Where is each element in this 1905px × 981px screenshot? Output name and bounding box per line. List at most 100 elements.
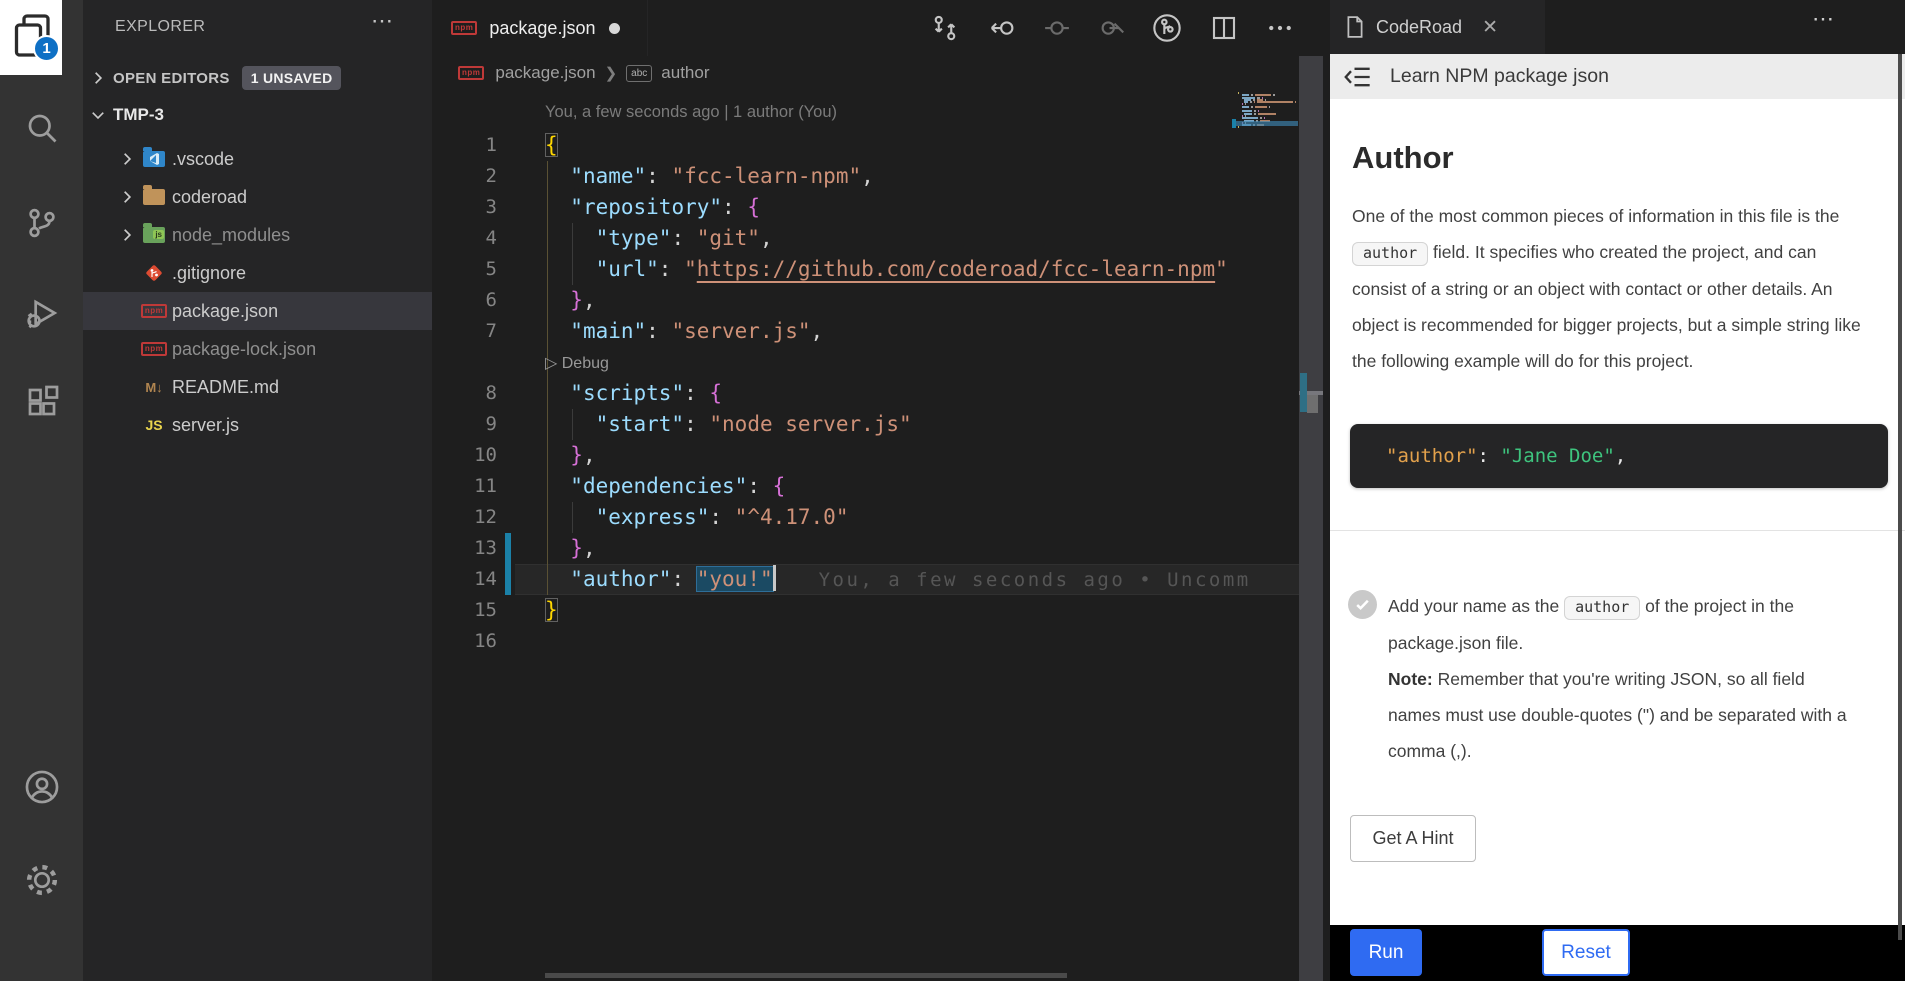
chevron-down-icon (91, 108, 105, 122)
split-editor-icon[interactable] (1206, 10, 1242, 46)
collapse-menu-icon[interactable] (1344, 65, 1372, 89)
tree-item-readme-md[interactable]: M↓README.md (83, 368, 432, 406)
gutter (505, 378, 511, 409)
code-line-1[interactable]: 1{ (432, 130, 1299, 161)
code-line-10[interactable]: 10 }, (432, 440, 1299, 471)
code-line-7[interactable]: 7 "main": "server.js", (432, 316, 1299, 347)
npm-file-icon: npm (141, 304, 167, 318)
line-number: 3 (432, 192, 500, 223)
tree-item--gitignore[interactable]: .gitignore (83, 254, 432, 292)
step-description: One of the most common pieces of informa… (1352, 198, 1867, 379)
tree-item-package-lock-json[interactable]: npmpackage-lock.json (83, 330, 432, 368)
code-line-2[interactable]: 2 "name": "fcc-learn-npm", (432, 161, 1299, 192)
code-line-12[interactable]: 12 "express": "^4.17.0" (432, 502, 1299, 533)
panel-scrollbar[interactable] (1898, 54, 1902, 940)
line-number: 10 (432, 440, 500, 471)
open-editors-section[interactable]: OPEN EDITORS 1 UNSAVED (83, 62, 432, 94)
inline-code-chip: author (1352, 242, 1428, 266)
editor-more-actions-icon[interactable] (1262, 10, 1298, 46)
previous-change-icon[interactable] (985, 10, 1021, 46)
npm-file-icon: npm (458, 66, 484, 80)
tree-item--vscode[interactable]: .vscode (83, 140, 432, 178)
explorer-more-actions[interactable]: ⋯ (371, 8, 395, 34)
tree-item-coderoad[interactable]: coderoad (83, 178, 432, 216)
node-modules-folder-icon: js (143, 227, 165, 243)
coderoad-run-icon[interactable] (1149, 10, 1185, 46)
tree-item-label: package-lock.json (172, 339, 316, 360)
coderoad-tab-bar: CodeRoad ✕ ⋯ (1330, 0, 1905, 54)
next-change-icon[interactable] (1094, 10, 1130, 46)
tab-package-json[interactable]: npm package.json (432, 0, 648, 56)
overview-ruler-modified-marker (1300, 373, 1307, 412)
editor-group: npm package.json (432, 0, 1330, 981)
code-line-13[interactable]: 13 }, (432, 533, 1299, 564)
tree-item-node-modules[interactable]: js node_modules (83, 216, 432, 254)
chevron-right-icon: ❯ (605, 64, 618, 82)
gutter (505, 192, 511, 223)
get-hint-button[interactable]: Get A Hint (1350, 815, 1476, 862)
line-number: 13 (432, 533, 500, 564)
code-line-16[interactable]: 16 (432, 626, 1299, 657)
task-description: Add your name as the author of the proje… (1388, 588, 1850, 769)
close-icon[interactable]: ✕ (1482, 16, 1498, 39)
tutorial-title: Learn NPM package json (1390, 65, 1609, 88)
url-link[interactable]: https://github.com/coderoad/fcc-learn-np… (697, 257, 1215, 281)
run-button[interactable]: Run (1350, 929, 1422, 976)
line-number: 7 (432, 316, 500, 347)
gutter (505, 130, 511, 161)
current-change-icon[interactable] (1039, 10, 1075, 46)
modified-dot-icon (609, 23, 620, 34)
tree-item-label: README.md (172, 377, 279, 398)
breadcrumb-symbol[interactable]: author (661, 63, 709, 83)
vscode-folder-icon (143, 151, 165, 167)
code-line-9[interactable]: 9 "start": "node server.js" (432, 409, 1299, 440)
settings-gear-icon[interactable] (0, 850, 83, 910)
tree-item-label: node_modules (172, 225, 290, 246)
inline-blame-annotation: You, a few seconds ago • Uncomm (819, 569, 1251, 591)
line-number: 4 (432, 223, 500, 254)
tab-title: package.json (489, 18, 595, 39)
inline-code-chip: author (1564, 596, 1640, 620)
file-tree: .vscodecoderoadjsnode_modules.gitignoren… (83, 140, 432, 444)
breadcrumb[interactable]: npm package.json ❯ abc author (432, 56, 1330, 90)
line-number: 6 (432, 285, 500, 316)
tree-item-label: package.json (172, 301, 278, 322)
blame-annotation[interactable]: You, a few seconds ago | 1 author (You) (545, 103, 837, 122)
tab-coderoad[interactable]: CodeRoad ✕ (1330, 0, 1545, 54)
code-line-6[interactable]: 6 }, (432, 285, 1299, 316)
tree-item-server-js[interactable]: JSserver.js (83, 406, 432, 444)
search-icon[interactable] (0, 98, 83, 158)
run-debug-icon[interactable] (0, 283, 83, 343)
tree-item-package-json[interactable]: npm package.json (83, 292, 432, 330)
code-line-4[interactable]: 4 "type": "git", (432, 223, 1299, 254)
code-line-11[interactable]: 11 "dependencies": { (432, 471, 1299, 502)
reset-button[interactable]: Reset (1542, 929, 1630, 976)
open-changes-icon[interactable] (927, 10, 963, 46)
code-line-15[interactable]: 15} (432, 595, 1299, 626)
gutter (505, 223, 511, 254)
js-file-icon: JS (145, 417, 162, 433)
tree-item-label: coderoad (172, 187, 247, 208)
vertical-scrollbar[interactable] (1299, 56, 1323, 981)
modified-gutter-marker (505, 564, 511, 595)
explorer-sidebar: EXPLORER ⋯ OPEN EDITORS 1 UNSAVED TMP-3 … (83, 0, 432, 981)
step-heading: Author (1352, 140, 1454, 176)
code-line-8[interactable]: 8 "scripts": { (432, 378, 1299, 409)
workspace-root-row[interactable]: TMP-3 (83, 100, 432, 130)
account-icon[interactable] (0, 757, 83, 817)
horizontal-scrollbar[interactable] (545, 973, 1067, 978)
explorer-title: EXPLORER (115, 18, 205, 36)
panel-more-actions[interactable]: ⋯ (1812, 6, 1836, 32)
minimap-current-line (1236, 121, 1298, 126)
code-line-14[interactable]: 14 "author": "you!"You, a few seconds ag… (432, 564, 1299, 595)
code-line-3[interactable]: 3 "repository": { (432, 192, 1299, 223)
source-control-icon[interactable] (0, 193, 83, 253)
extensions-icon[interactable] (0, 372, 83, 432)
codelens-debug[interactable]: ▷ Debug (432, 347, 1299, 378)
code-area[interactable]: 1{2 "name": "fcc-learn-npm",3 "repositor… (432, 130, 1299, 657)
coderoad-panel: CodeRoad ✕ ⋯ Learn NPM package json Auth… (1330, 0, 1905, 981)
editor-tab-bar: npm package.json (432, 0, 1330, 56)
breadcrumb-file[interactable]: package.json (495, 63, 595, 83)
symbol-kind-icon: abc (626, 65, 652, 82)
code-line-5[interactable]: 5 "url": "https://github.com/coderoad/fc… (432, 254, 1299, 285)
